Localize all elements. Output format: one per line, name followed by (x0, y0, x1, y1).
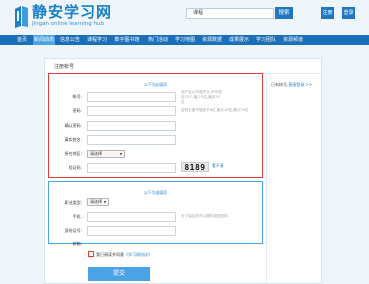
phone-input[interactable] (87, 212, 176, 222)
agreement-link[interactable]: 《学习网协议》 (124, 252, 152, 257)
page-title: 注册帐号 (54, 64, 75, 70)
region-select-value: 请选择 (90, 151, 102, 156)
direct-login-link[interactable]: 直接登录 >> (288, 82, 312, 87)
required-caption: 以下为必填项 (144, 82, 167, 87)
password-input[interactable] (87, 106, 176, 116)
confirm-password-label: 确认密码: (64, 123, 82, 128)
nav-item-map[interactable]: 学习地图 (174, 35, 196, 45)
phone-label: 手机: (72, 214, 82, 219)
chevron-down-icon: ▼ (103, 200, 106, 204)
logo-title: 静安学习网 (32, 3, 113, 21)
id-number-input[interactable] (87, 226, 176, 236)
agreement-prefix: 我已阅读并同意 (96, 252, 124, 257)
captcha-input[interactable] (87, 163, 176, 173)
optional-caption: 以下为选填项 (144, 190, 167, 195)
password-label: 密码: (72, 108, 82, 113)
account-label: 帐号: (72, 94, 82, 99)
captcha-refresh-link[interactable]: 看不清 (212, 163, 223, 168)
register-panel: 注册帐号 已有帐号,直接登录 >> 以下为必填项 帐号: 用户名以字母开头,不可… (44, 58, 322, 284)
captcha-label: 验证码: (68, 165, 82, 170)
job-type-select-value: 请选择 (90, 199, 102, 204)
search-button[interactable]: 搜索 (275, 7, 293, 19)
nav-item-teams[interactable]: 学习团队 (255, 35, 277, 45)
search-input[interactable]: 课程 (186, 8, 274, 19)
id-number-label: 身份证号: (64, 228, 82, 233)
phone-note: 为了保证您可以顺利找回密码 (181, 214, 228, 218)
main-nav: 首页 新闻动态 信息公告 课程学习 数字图书馆 热门活动 学习地图 资源数据 成… (0, 35, 369, 45)
password-note: 密码长度不能低于6位,最长18位,最长20位 (181, 108, 249, 112)
nav-item-notices[interactable]: 信息公告 (60, 35, 80, 45)
real-name-input[interactable] (87, 135, 176, 145)
book-logo-icon (15, 6, 28, 28)
confirm-password-input[interactable] (87, 121, 176, 131)
login-hint-text: 已有帐号, (271, 82, 289, 87)
site-logo[interactable]: 静安学习网 Jingan online learning hub (14, 3, 134, 31)
job-type-select[interactable]: 请选择 ▼ (87, 198, 109, 206)
agreement-text: 我已阅读并同意《学习网协议》 (96, 252, 152, 257)
nav-item-achievements[interactable]: 成果展示 (228, 35, 250, 45)
nav-item-channel[interactable]: 资源频道 (282, 35, 304, 45)
nav-item-home[interactable]: 首页 (16, 35, 28, 45)
register-button[interactable]: 注册 (321, 7, 334, 19)
submit-button[interactable]: 提交 (88, 267, 150, 281)
account-note: 用户名以字母开头,不可超过15个,最少3位,最多20位 (181, 90, 222, 104)
captcha-image[interactable]: 8189 (181, 162, 209, 172)
login-hint: 已有帐号,直接登录 >> (271, 82, 312, 88)
email-label: 邮箱: (72, 241, 82, 246)
nav-item-events[interactable]: 热门活动 (147, 35, 169, 45)
nav-item-digital-library[interactable]: 数字图书馆 (113, 35, 141, 45)
account-input[interactable] (87, 92, 176, 102)
region-label: 所在地区: (64, 151, 82, 156)
chevron-down-icon: ▼ (119, 152, 122, 156)
job-type-label: 职业类型: (64, 200, 82, 205)
logo-subtitle: Jingan online learning hub (32, 21, 104, 27)
region-select[interactable]: 请选择 ▼ (87, 150, 125, 158)
real-name-label: 真实姓名: (64, 137, 82, 142)
column-divider (266, 73, 267, 283)
nav-item-news[interactable]: 新闻动态 (33, 35, 55, 45)
nav-item-courses[interactable]: 课程学习 (86, 35, 108, 45)
agreement-checkbox[interactable] (88, 251, 94, 257)
site-header: 静安学习网 Jingan online learning hub 课程 搜索 注… (0, 0, 369, 33)
nav-item-resources[interactable]: 资源数据 (201, 35, 223, 45)
login-button[interactable]: 登录 (342, 7, 355, 19)
